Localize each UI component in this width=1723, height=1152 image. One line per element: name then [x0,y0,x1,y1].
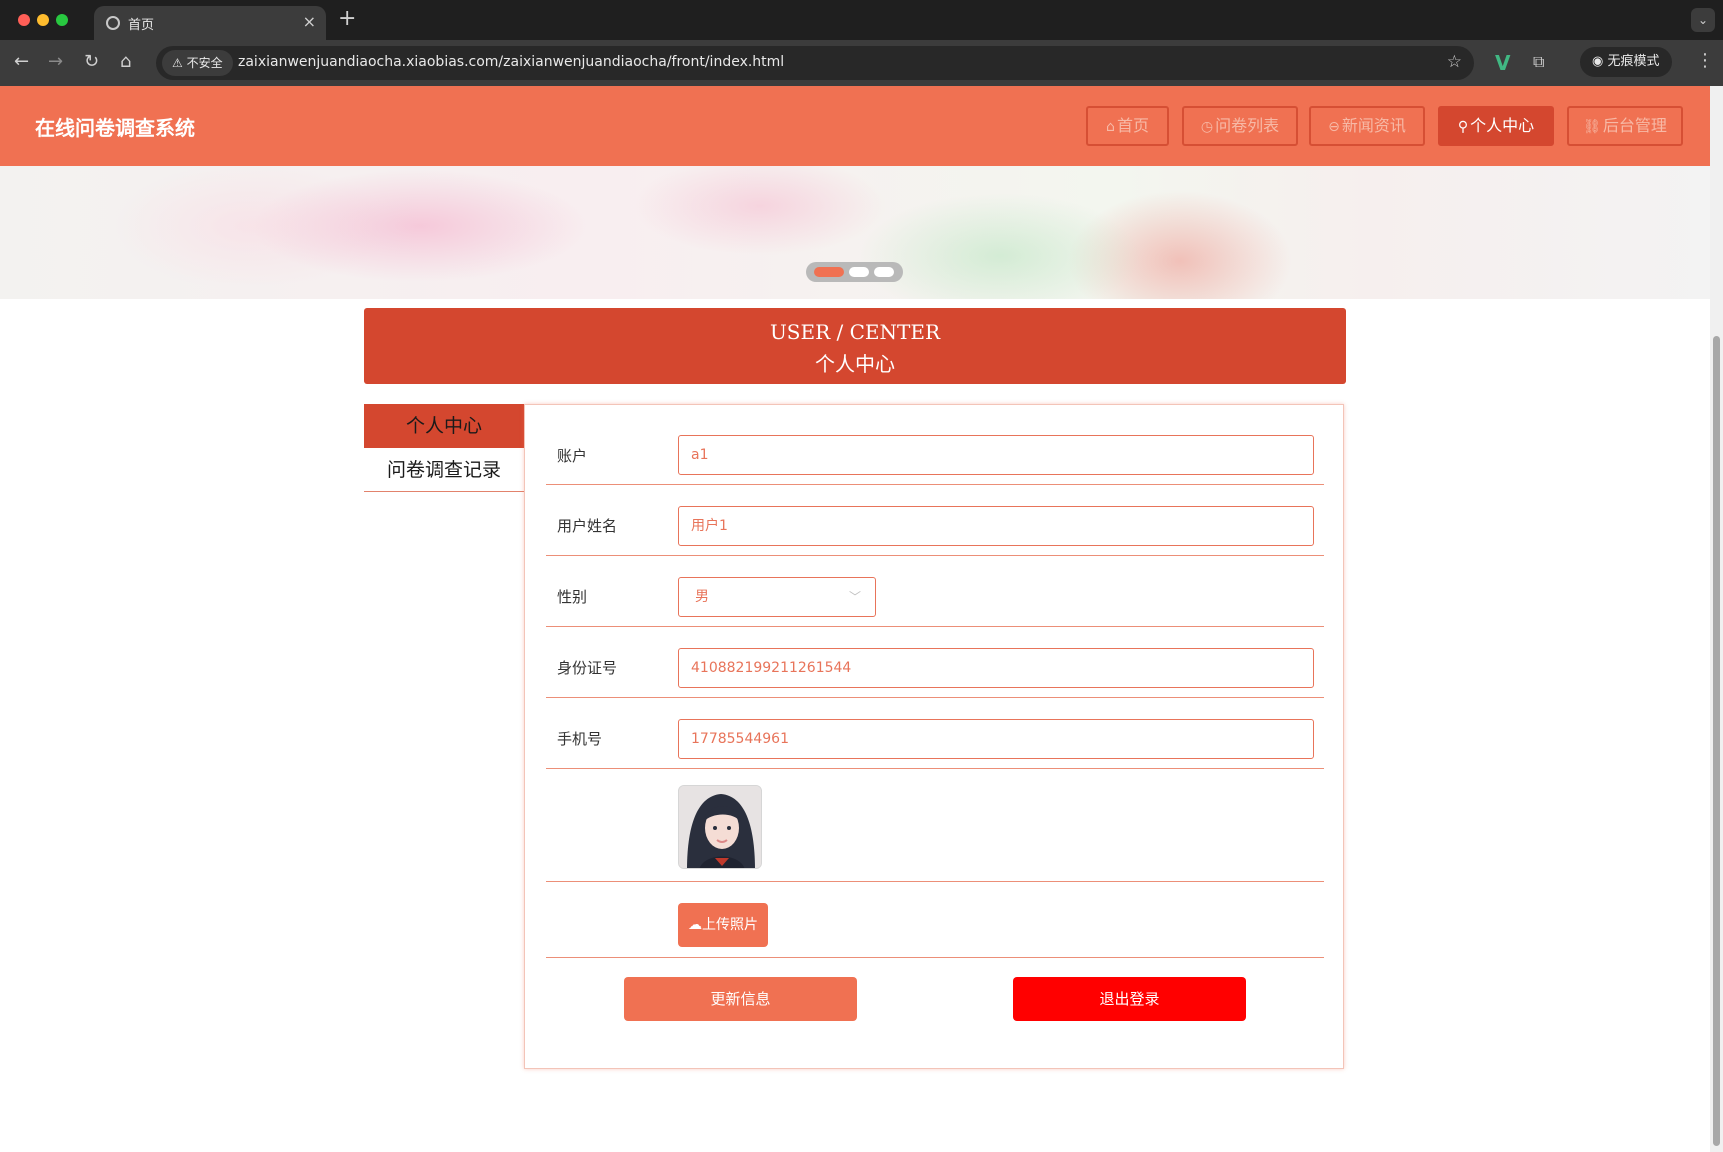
sidebar-item-user-center[interactable]: 个人中心 [364,404,524,448]
nav-admin[interactable]: ⛓ 后台管理 [1567,106,1683,146]
update-info-button[interactable]: 更新信息 [624,977,857,1021]
url-text[interactable]: zaixianwenjuandiaocha.xiaobias.com/zaixi… [238,54,784,70]
warning-icon: ⚠ [172,56,183,70]
carousel-indicators [806,262,903,282]
page-scrollbar[interactable] [1710,86,1723,1152]
gender-label: 性别 [557,588,588,606]
avatar-image [679,786,761,868]
maximize-window-button[interactable] [56,14,68,26]
browser-tab-bar: 首页 × + ⌄ [0,0,1723,40]
upload-photo-button[interactable]: ☁上传照片 [678,903,768,947]
user-center-header: USER / CENTER 个人中心 [364,308,1346,384]
name-input[interactable]: 用户1 [678,506,1314,546]
home-icon: ⌂ [1106,119,1115,135]
nav-home[interactable]: ⌂ 首页 [1086,106,1169,146]
chevron-down-icon: ﹀ [848,590,861,604]
phone-input[interactable]: 17785544961 [678,719,1314,759]
account-input[interactable]: a1 [678,435,1314,475]
form-row-id: 身份证号 410882199211261544 [546,627,1324,698]
user-center-title-en: USER / CENTER [769,320,941,344]
form-row-avatar [546,769,1324,882]
browser-menu-icon[interactable]: ⋮ [1696,50,1714,71]
logout-button[interactable]: 退出登录 [1013,977,1246,1021]
bookmark-star-icon[interactable]: ☆ [1447,52,1462,72]
forward-icon[interactable]: → [48,52,63,72]
nav-news[interactable]: ⊖ 新闻资讯 [1309,106,1425,146]
browser-tab[interactable]: 首页 × [94,6,326,40]
account-label: 账户 [557,447,588,465]
back-icon[interactable]: ← [14,52,29,72]
vue-devtools-icon[interactable]: V [1495,51,1510,75]
globe-icon [106,16,120,30]
carousel-dot-3[interactable] [874,267,894,277]
site-header: 在线问卷调查系统 ⌂ 首页 ◷ 问卷列表 ⊖ 新闻资讯 ⚲ 个人中心 ⛓ 后台管理 [0,86,1710,166]
banner-carousel [0,166,1710,299]
form-row-upload: ☁上传照片 [546,882,1324,958]
name-label: 用户姓名 [557,517,618,535]
new-tab-icon[interactable]: + [338,6,356,31]
minus-circle-icon: ⊖ [1328,119,1340,135]
nav-user-center[interactable]: ⚲ 个人中心 [1438,106,1554,146]
minimize-window-button[interactable] [37,14,49,26]
avatar [678,785,762,869]
id-label: 身份证号 [557,659,618,677]
browser-toolbar: ← → ↻ ⌂ ⚠ 不安全 zaixianwenjuandiaocha.xiao… [0,40,1723,86]
tab-title: 首页 [128,18,155,33]
site-title: 在线问卷调查系统 [35,116,195,140]
incognito-badge[interactable]: ◉ 无痕模式 [1580,47,1672,77]
id-number-input[interactable]: 410882199211261544 [678,648,1314,688]
cloud-upload-icon: ☁ [688,917,702,933]
extensions-icon[interactable]: ⧉ [1533,52,1544,72]
user-center-title-cn: 个人中心 [815,352,895,376]
link-icon: ⛓ [1583,119,1601,135]
gender-select[interactable]: 男 ﹀ [678,577,876,617]
address-bar[interactable]: ⚠ 不安全 zaixianwenjuandiaocha.xiaobias.com… [156,46,1474,80]
sidebar-item-survey-records[interactable]: 问卷调查记录 [364,448,524,492]
incognito-icon: ◉ [1592,54,1604,69]
profile-form: 账户 a1 用户姓名 用户1 性别 男 ﹀ 身份证号 4108821992112… [524,404,1344,1069]
carousel-dot-1[interactable] [814,267,844,277]
tab-search-icon[interactable]: ⌄ [1691,8,1715,32]
nav-survey-list[interactable]: ◷ 问卷列表 [1182,106,1298,146]
user-icon: ⚲ [1457,119,1469,135]
scrollbar-thumb[interactable] [1713,336,1720,1146]
page: 在线问卷调查系统 ⌂ 首页 ◷ 问卷列表 ⊖ 新闻资讯 ⚲ 个人中心 ⛓ 后台管理 USE… [0,86,1710,1152]
carousel-dot-2[interactable] [849,267,869,277]
close-window-button[interactable] [18,14,30,26]
form-row-name: 用户姓名 用户1 [546,485,1324,556]
form-row-account: 账户 a1 [546,405,1324,485]
clock-icon: ◷ [1200,119,1214,135]
close-tab-icon[interactable]: × [303,12,316,31]
form-row-gender: 性别 男 ﹀ [546,556,1324,627]
reload-icon[interactable]: ↻ [84,52,99,72]
form-row-phone: 手机号 17785544961 [546,698,1324,769]
home-browser-icon[interactable]: ⌂ [120,52,131,72]
security-indicator[interactable]: ⚠ 不安全 [162,50,233,76]
phone-label: 手机号 [557,730,603,748]
